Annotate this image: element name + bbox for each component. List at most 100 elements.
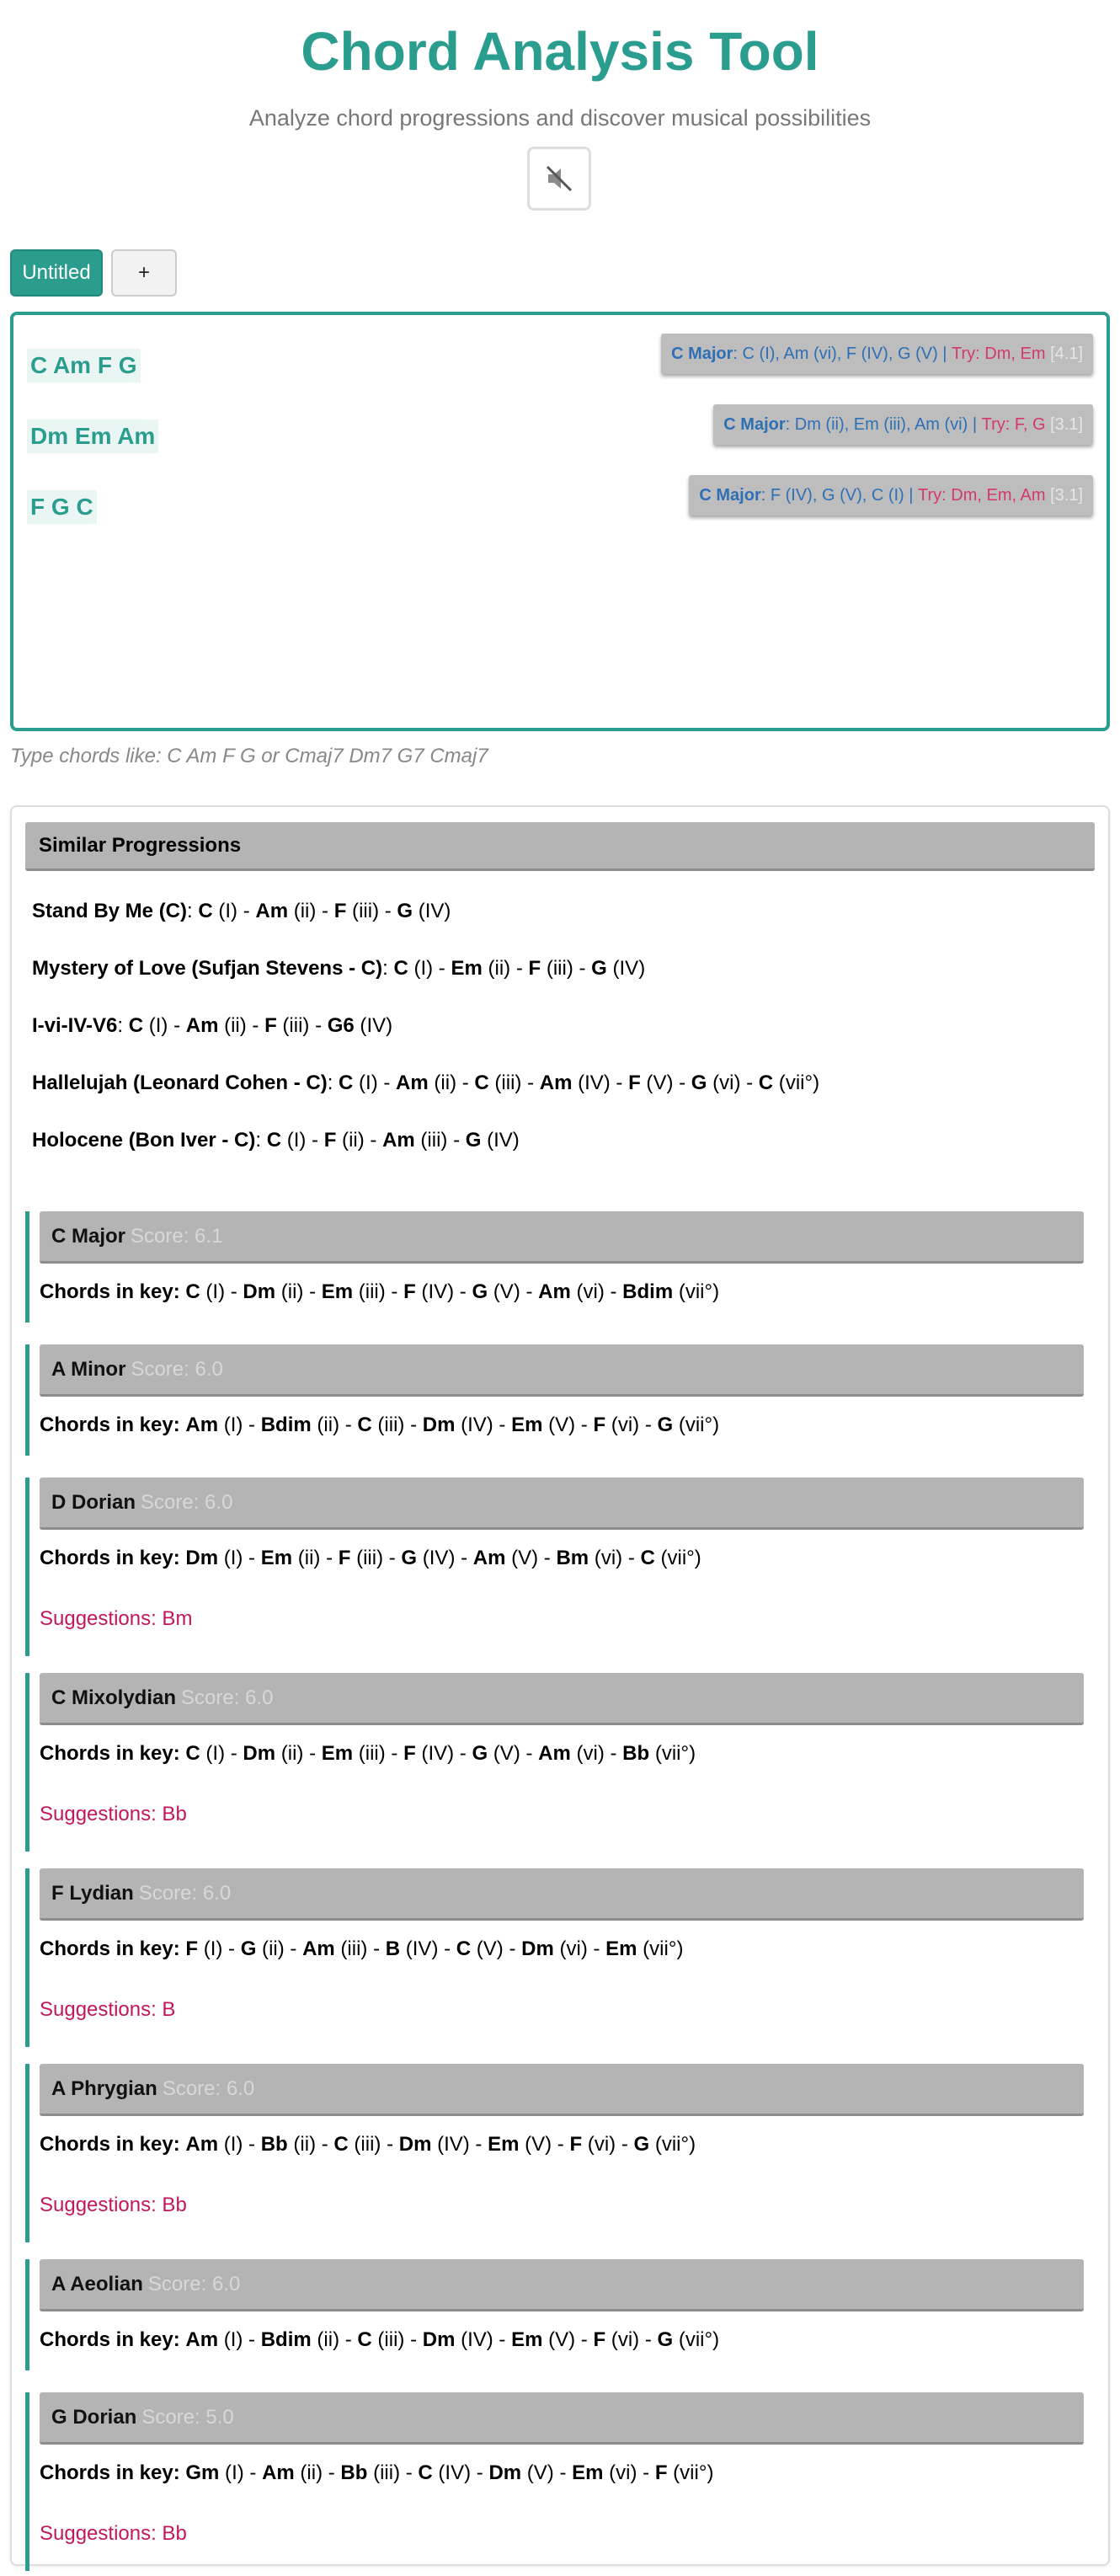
space: ( <box>311 2328 324 2351</box>
badge-key: C Major <box>671 344 733 363</box>
space: ( <box>553 1937 567 1960</box>
paren: ) <box>393 2461 401 2484</box>
roman-numeral: iii <box>380 2461 394 2484</box>
paren: ) <box>531 1547 539 1569</box>
space: ( <box>218 1547 231 1569</box>
space: ( <box>673 1280 685 1303</box>
roman-numeral: ii <box>287 1742 297 1765</box>
chord-name: G <box>401 1547 418 1569</box>
chord-separator: - <box>552 2133 570 2156</box>
paren: ) <box>630 2461 637 2484</box>
paren: ) <box>378 1280 386 1303</box>
space: ( <box>350 1547 364 1569</box>
badge-analysis: : C (I), Am (vi), F (IV), G (V) | <box>733 344 952 363</box>
roman-numeral: V <box>518 1547 532 1569</box>
badge-try: Try: Dm, Em <box>952 344 1046 363</box>
chord-separator: - <box>622 1547 641 1569</box>
chord-separator: - <box>303 1742 322 1765</box>
paren: ) <box>689 1742 696 1765</box>
chord-separator: - <box>604 1280 623 1303</box>
key-header[interactable]: G Dorian Score: 5.0 <box>40 2392 1084 2445</box>
mute-button[interactable] <box>527 147 591 211</box>
paren: ) <box>462 2133 470 2156</box>
chord-separator: - <box>316 2133 334 2156</box>
key-header[interactable]: A Minor Score: 6.0 <box>40 1344 1084 1397</box>
roman-numeral: IV <box>412 1937 432 1960</box>
chord-name: Bm <box>556 1547 589 1569</box>
chord-separator: - <box>454 1280 472 1303</box>
chord-name: Am <box>382 1129 415 1152</box>
paren: ) <box>580 1937 588 1960</box>
similar-progression-item[interactable]: I-vi-IV-V6: C (I) - Am (ii) - F (iii) - … <box>32 1013 392 1039</box>
space: ( <box>673 1414 685 1436</box>
progression-line[interactable]: F G C <box>27 490 97 524</box>
roman-numeral: IV <box>428 1280 448 1303</box>
similar-progressions-header[interactable]: Similar Progressions <box>25 822 1095 871</box>
speaker-muted-icon <box>546 165 573 192</box>
key-card: C Major Score: 6.1 Chords in key: C (I) - … <box>25 1211 1100 1323</box>
roman-numeral: vii° <box>661 1742 690 1765</box>
chord-name: C <box>185 1280 200 1303</box>
roman-numeral: ii <box>300 900 310 922</box>
similar-progression-item[interactable]: Stand By Me (C): C (I) - Am (ii) - F (ii… <box>32 898 451 925</box>
chord-separator: - <box>493 2328 512 2351</box>
key-header[interactable]: F Lydian Score: 6.0 <box>40 1868 1084 1921</box>
key-name: C Major <box>51 1224 126 1248</box>
analysis-badge: C Major : Dm (ii), Em (iii), Am (vi) | T… <box>713 404 1093 445</box>
chords-in-key-label: Chords in key: <box>40 1414 180 1436</box>
key-card: G Dorian Score: 5.0 Chords in key: Gm (I) … <box>25 2392 1100 2571</box>
paren: ) <box>218 1280 226 1303</box>
key-header[interactable]: C Mixolydian Score: 6.0 <box>40 1673 1084 1725</box>
badge-analysis: : F (IV), G (V), C (I) | <box>760 485 919 505</box>
chord-editor[interactable]: C Am F G C Major : C (I), Am (vi), F (IV… <box>10 312 1110 731</box>
similar-progression-item[interactable]: Hallelujah (Leonard Cohen - C): C (I) - … <box>32 1070 819 1097</box>
roman-numeral: iii <box>501 1072 515 1094</box>
chord-name: F <box>323 1129 337 1152</box>
chord-name: G <box>240 1937 257 1960</box>
chord-separator: - <box>616 2133 634 2156</box>
chord-separator: - <box>493 1414 512 1436</box>
chord-separator: - <box>604 1742 623 1765</box>
chord-name: G <box>657 1414 674 1436</box>
badge-score: [4.1] <box>1045 344 1083 363</box>
similar-progression-item[interactable]: Mystery of Love (Sufjan Stevens - C): C … <box>32 955 645 982</box>
chord-name: Em <box>488 2133 520 2156</box>
roman-numeral: IV <box>619 957 639 980</box>
similar-progression-item[interactable]: Holocene (Bon Iver - C): C (I) - F (ii) … <box>32 1127 520 1154</box>
key-header[interactable]: D Dorian Score: 6.0 <box>40 1478 1084 1530</box>
roman-numeral: IV <box>429 1547 449 1569</box>
space: ( <box>654 1547 668 1569</box>
paren: ) <box>371 1072 378 1094</box>
chord-name: G <box>633 2133 650 2156</box>
roman-numeral: V <box>653 1072 667 1094</box>
space: ( <box>143 1014 156 1037</box>
tab-untitled[interactable]: Untitled <box>10 249 103 297</box>
chords-in-key-label: Chords in key: <box>40 1547 180 1569</box>
chord-name: Dm <box>488 2461 522 2484</box>
progression-line[interactable]: Dm Em Am <box>27 420 159 453</box>
roman-numeral: iii <box>360 2133 375 2156</box>
key-header[interactable]: A Aeolian Score: 6.0 <box>40 2259 1084 2311</box>
space: ( <box>455 1414 468 1436</box>
space: ( <box>605 2328 618 2351</box>
space: ( <box>455 2328 468 2351</box>
add-tab-button[interactable]: + <box>111 249 177 297</box>
progression-line[interactable]: C Am F G <box>27 349 141 382</box>
roman-numeral: vi <box>616 2461 631 2484</box>
roman-numeral: vii° <box>785 1072 813 1094</box>
chord-name: C <box>266 1129 282 1152</box>
chord-name: F <box>654 2461 668 2484</box>
chord-separator: - <box>520 1280 539 1303</box>
chord-name: Dm <box>422 2328 456 2351</box>
space: ( <box>640 1072 653 1094</box>
chord-name: Am <box>255 900 289 922</box>
key-header[interactable]: A Phrygian Score: 6.0 <box>40 2064 1084 2116</box>
space: ( <box>198 1937 211 1960</box>
key-header[interactable]: C Major Score: 6.1 <box>40 1211 1084 1264</box>
key-suggestions: Suggestions: B <box>40 1998 176 2021</box>
chord-name: Am <box>185 1414 219 1436</box>
space: ( <box>276 1014 290 1037</box>
chord-separator: - <box>306 1129 324 1152</box>
chords-in-key: Chords in key: F (I) - G (ii) - Am (iii)… <box>40 1936 683 1963</box>
chord-name: Bb <box>260 2133 288 2156</box>
